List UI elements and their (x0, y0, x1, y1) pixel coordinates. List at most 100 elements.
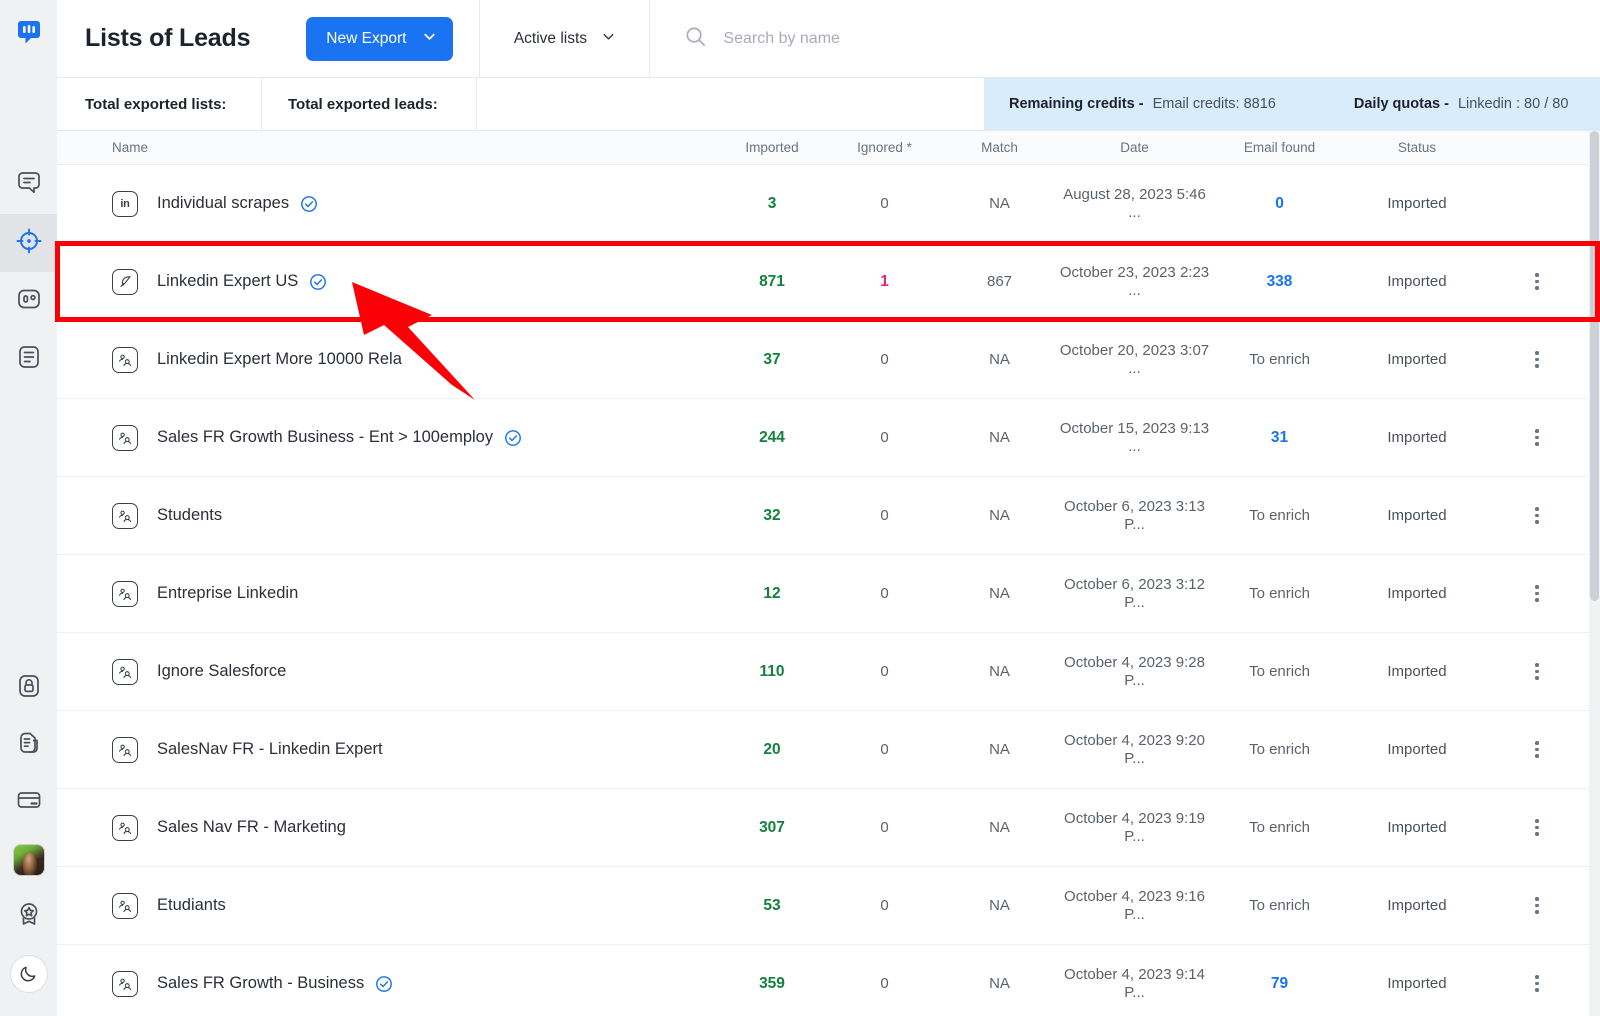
imported-count[interactable]: 244 (759, 429, 785, 446)
sidebar-item-security[interactable] (0, 660, 57, 717)
date-value: October 4, 2023 9:16 P... (1064, 887, 1205, 923)
sidebar-item-campaigns[interactable] (0, 156, 57, 214)
email-found-value[interactable]: To enrich (1249, 507, 1310, 524)
table-row[interactable]: Sales FR Growth Business - Ent > 100empl… (57, 399, 1600, 477)
imported-count[interactable]: 32 (763, 507, 780, 524)
row-actions-menu-button[interactable] (1529, 969, 1545, 998)
row-actions-menu-button[interactable] (1529, 423, 1545, 452)
imported-count[interactable]: 359 (759, 975, 785, 992)
ignored-count[interactable]: 0 (880, 429, 888, 446)
row-name-cell[interactable]: Sales Nav FR - Marketing (57, 814, 717, 841)
ignored-count[interactable]: 0 (880, 741, 888, 758)
row-actions-menu-button[interactable] (1529, 735, 1545, 764)
row-name-cell[interactable]: Entreprise Linkedin (57, 580, 717, 607)
email-found-value[interactable]: 0 (1275, 195, 1284, 212)
row-name-cell[interactable]: Etudiants (57, 892, 717, 919)
row-actions-menu-button[interactable] (1529, 579, 1545, 608)
date-value: October 6, 2023 3:12 P... (1064, 575, 1205, 611)
column-header-match[interactable]: Match (942, 140, 1057, 155)
row-actions-menu-button[interactable] (1529, 345, 1545, 374)
ignored-count[interactable]: 0 (880, 897, 888, 914)
column-header-ignored[interactable]: Ignored * (827, 140, 942, 155)
imported-count[interactable]: 12 (763, 585, 780, 602)
lemlist-chat-logo-icon[interactable] (14, 18, 44, 48)
imported-count[interactable]: 110 (759, 663, 784, 680)
ignored-count[interactable]: 0 (880, 351, 888, 368)
row-name-cell[interactable]: Sales FR Growth Business - Ent > 100empl… (57, 424, 717, 451)
row-name-cell[interactable]: SalesNav FR - Linkedin Expert (57, 736, 717, 763)
row-name-cell[interactable]: Sales FR Growth - Business (57, 970, 717, 997)
email-found-value[interactable]: 79 (1271, 975, 1288, 992)
table-row[interactable]: in Individual scrapes 3 0 NA August 28, 2023 … (57, 165, 1600, 243)
table-row[interactable]: Linkedin Expert More 10000 Rela 37 0 NA Octo… (57, 321, 1600, 399)
list-name: Linkedin Expert US (157, 272, 299, 290)
date-value: October 15, 2023 9:13 ... (1059, 419, 1210, 455)
imported-count[interactable]: 20 (763, 741, 780, 758)
row-name-cell[interactable]: Linkedin Expert US (57, 268, 717, 295)
row-actions-menu-button[interactable] (1529, 501, 1545, 530)
search-input[interactable] (723, 29, 1600, 48)
table-row[interactable]: Etudiants 53 0 NA October 4, 2023 9:16 P... T… (57, 867, 1600, 945)
search-icon[interactable] (684, 25, 707, 53)
list-name: Sales Nav FR - Marketing (157, 818, 346, 836)
imported-count[interactable]: 871 (759, 273, 785, 290)
table-row[interactable]: Sales Nav FR - Marketing 307 0 NA October 4,… (57, 789, 1600, 867)
table-row[interactable]: Students 32 0 NA October 6, 2023 3:13 P... To… (57, 477, 1600, 555)
imported-count[interactable]: 307 (759, 819, 785, 836)
table-row[interactable]: Entreprise Linkedin 12 0 NA October 6, 2023 … (57, 555, 1600, 633)
table-row[interactable]: Sales FR Growth - Business 359 0 NA October … (57, 945, 1600, 1016)
row-name-cell[interactable]: Linkedin Expert More 10000 Rela (57, 346, 717, 373)
sidebar-item-duplicates[interactable] (0, 717, 57, 774)
ignored-count[interactable]: 0 (880, 663, 888, 680)
daily-quotas-value: Linkedin : 80 / 80 (1457, 96, 1569, 112)
row-name-cell[interactable]: Ignore Salesforce (57, 658, 717, 685)
people-group-icon (112, 814, 138, 841)
sidebar-item-rewards[interactable] (0, 888, 57, 945)
email-found-value[interactable]: To enrich (1249, 351, 1310, 368)
vertical-scrollbar[interactable] (1589, 131, 1600, 1016)
sidebar-item-templates[interactable] (0, 330, 57, 388)
email-found-value[interactable]: To enrich (1249, 741, 1310, 758)
scrollbar-thumb[interactable] (1590, 131, 1599, 601)
email-found-value[interactable]: To enrich (1249, 663, 1310, 680)
table-row[interactable]: Linkedin Expert US 871 1 867 October 23, 202… (57, 243, 1600, 321)
sidebar-item-reports[interactable] (0, 272, 57, 330)
column-header-status[interactable]: Status (1347, 140, 1487, 155)
table-row[interactable]: Ignore Salesforce 110 0 NA October 4, 2023 9… (57, 633, 1600, 711)
row-name-cell[interactable]: in Individual scrapes (57, 190, 717, 217)
table-row[interactable]: SalesNav FR - Linkedin Expert 20 0 NA Octobe… (57, 711, 1600, 789)
row-actions-menu-button[interactable] (1529, 813, 1545, 842)
ignored-count[interactable]: 1 (880, 273, 889, 290)
sidebar-item-leads[interactable] (0, 214, 57, 272)
row-actions-menu-button[interactable] (1529, 891, 1545, 920)
top-bar: Lists of Leads New Export Active lists (57, 0, 1600, 78)
people-group-icon (112, 892, 138, 919)
email-found-value[interactable]: 31 (1271, 429, 1288, 446)
match-count: NA (989, 194, 1010, 212)
sidebar-item-user-avatar[interactable] (0, 831, 57, 888)
sidebar-item-billing[interactable] (0, 774, 57, 831)
column-header-email-found[interactable]: Email found (1212, 140, 1347, 155)
dark-mode-toggle[interactable] (0, 945, 57, 1002)
ignored-count[interactable]: 0 (880, 975, 888, 992)
email-found-value[interactable]: To enrich (1249, 819, 1310, 836)
ignored-count[interactable]: 0 (880, 819, 888, 836)
imported-count[interactable]: 37 (763, 351, 780, 368)
ignored-count[interactable]: 0 (880, 585, 888, 602)
list-name: Linkedin Expert More 10000 Rela (157, 350, 402, 368)
column-header-imported[interactable]: Imported (717, 140, 827, 155)
column-header-name[interactable]: Name (57, 140, 717, 155)
column-header-date[interactable]: Date (1057, 140, 1212, 155)
email-found-value[interactable]: To enrich (1249, 897, 1310, 914)
row-name-cell[interactable]: Students (57, 502, 717, 529)
ignored-count[interactable]: 0 (880, 507, 888, 524)
new-export-button[interactable]: New Export (306, 16, 454, 61)
imported-count[interactable]: 53 (763, 897, 780, 914)
imported-count[interactable]: 3 (768, 195, 777, 212)
row-actions-menu-button[interactable] (1529, 267, 1545, 296)
email-found-value[interactable]: 338 (1267, 273, 1293, 290)
ignored-count[interactable]: 0 (880, 195, 888, 212)
row-actions-menu-button[interactable] (1529, 657, 1545, 686)
active-lists-filter[interactable]: Active lists (480, 0, 651, 77)
email-found-value[interactable]: To enrich (1249, 585, 1310, 602)
